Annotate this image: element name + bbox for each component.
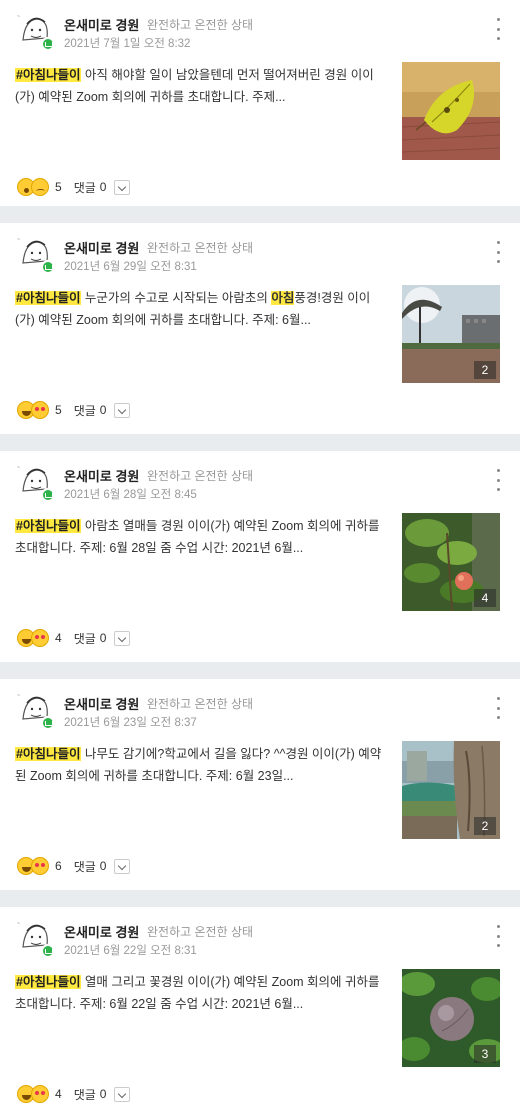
crown-badge-icon bbox=[41, 944, 55, 958]
yellow-leaf-photo[interactable] bbox=[402, 62, 500, 160]
comment-count[interactable]: 0 bbox=[100, 631, 107, 645]
heart-eyes-emoji-icon[interactable] bbox=[31, 1085, 49, 1103]
crown-badge-icon bbox=[41, 716, 55, 730]
crown-badge-icon bbox=[41, 488, 55, 502]
author-name[interactable]: 온새미로 경원 bbox=[64, 466, 139, 485]
reaction-count[interactable]: 5 bbox=[55, 403, 62, 417]
heart-eyes-emoji-icon[interactable] bbox=[31, 857, 49, 875]
author-status: 완전하고 온전한 상태 bbox=[147, 241, 254, 255]
more-options-icon[interactable] bbox=[490, 469, 506, 491]
reaction-bar: 5 댓글 0 bbox=[17, 177, 131, 197]
more-options-icon[interactable] bbox=[490, 18, 506, 40]
hashtag[interactable]: #아침나들이 bbox=[15, 519, 82, 533]
author-name[interactable]: 온새미로 경원 bbox=[64, 922, 139, 941]
reaction-count[interactable]: 4 bbox=[55, 631, 62, 645]
crown-badge-icon bbox=[41, 260, 55, 274]
comment-label[interactable]: 댓글 bbox=[74, 179, 96, 196]
post-card[interactable]: ~ 온새미로 경원 완전하고 온전한 상태 2021년 7월 1일 오전 8:3… bbox=[0, 0, 520, 206]
svg-text:~: ~ bbox=[17, 237, 20, 243]
post-date: 2021년 6월 23일 오전 8:37 bbox=[64, 717, 197, 729]
hashtag[interactable]: #아침나들이 bbox=[15, 975, 82, 989]
crown-badge-icon bbox=[41, 37, 55, 51]
post-card[interactable]: ~ 온새미로 경원 완전하고 온전한 상태 2021년 6월 28일 오전 8:… bbox=[0, 451, 520, 662]
hashtag[interactable]: #아침나들이 bbox=[15, 747, 82, 761]
sad-emoji-icon[interactable] bbox=[31, 178, 49, 196]
author-status: 완전하고 온전한 상태 bbox=[147, 18, 254, 32]
comment-count[interactable]: 0 bbox=[100, 403, 107, 417]
hashtag[interactable]: #아침나들이 bbox=[15, 68, 82, 82]
reaction-bar: 4 댓글 0 bbox=[17, 1084, 131, 1104]
photo-count-badge: 3 bbox=[474, 1045, 496, 1063]
reaction-count[interactable]: 5 bbox=[55, 180, 62, 194]
comment-label[interactable]: 댓글 bbox=[74, 1086, 96, 1103]
highlighted-keyword: 아침 bbox=[271, 291, 295, 305]
tree-trunk-photo[interactable]: 2 bbox=[402, 741, 500, 839]
comment-count[interactable]: 0 bbox=[100, 1087, 107, 1101]
post-body[interactable]: #아침나들이 아람초 열매들 경원 이이(가) 예약된 Zoom 회의에 귀하를… bbox=[15, 515, 390, 559]
more-options-icon[interactable] bbox=[490, 241, 506, 263]
author-name[interactable]: 온새미로 경원 bbox=[64, 15, 139, 34]
post-date: 2021년 6월 29일 오전 8:31 bbox=[64, 261, 197, 273]
fruit-tree-photo[interactable]: 4 bbox=[402, 513, 500, 611]
post-card[interactable]: ~ 온새미로 경원 완전하고 온전한 상태 2021년 6월 29일 오전 8:… bbox=[0, 223, 520, 434]
author-status: 완전하고 온전한 상태 bbox=[147, 925, 254, 939]
more-options-icon[interactable] bbox=[490, 697, 506, 719]
author-name[interactable]: 온새미로 경원 bbox=[64, 238, 139, 257]
comment-label[interactable]: 댓글 bbox=[74, 858, 96, 875]
chevron-down-icon[interactable] bbox=[114, 858, 131, 874]
post-card[interactable]: ~ 온새미로 경원 완전하고 온전한 상태 2021년 6월 22일 오전 8:… bbox=[0, 907, 520, 1120]
photo-count-badge: 2 bbox=[474, 817, 496, 835]
photo-count-badge: 2 bbox=[474, 361, 496, 379]
green-fruit-photo[interactable]: 3 bbox=[402, 969, 500, 1067]
reaction-bar: 4 댓글 0 bbox=[17, 628, 131, 648]
post-card[interactable]: ~ 온새미로 경원 완전하고 온전한 상태 2021년 6월 23일 오전 8:… bbox=[0, 679, 520, 890]
post-body[interactable]: #아침나들이 열매 그리고 꽃경원 이이(가) 예약된 Zoom 회의에 귀하를… bbox=[15, 971, 390, 1015]
heart-eyes-emoji-icon[interactable] bbox=[31, 629, 49, 647]
comment-label[interactable]: 댓글 bbox=[74, 402, 96, 419]
comment-count[interactable]: 0 bbox=[100, 859, 107, 873]
svg-text:~: ~ bbox=[17, 14, 20, 20]
post-body[interactable]: #아침나들이 누군가의 수고로 시작되는 아람초의 아침풍경!경원 이이(가) … bbox=[15, 287, 390, 331]
post-body[interactable]: #아침나들이 아직 해야할 일이 남았을텐데 먼저 떨어져버린 경원 이이(가)… bbox=[15, 64, 390, 108]
heart-eyes-emoji-icon[interactable] bbox=[31, 401, 49, 419]
reaction-count[interactable]: 4 bbox=[55, 1087, 62, 1101]
comment-count[interactable]: 0 bbox=[100, 180, 107, 194]
chevron-down-icon[interactable] bbox=[114, 630, 131, 646]
chevron-down-icon[interactable] bbox=[114, 179, 131, 195]
post-date: 2021년 6월 22일 오전 8:31 bbox=[64, 945, 197, 957]
post-date: 2021년 6월 28일 오전 8:45 bbox=[64, 489, 197, 501]
schoolyard-sky-photo[interactable]: 2 bbox=[402, 285, 500, 383]
post-text: 누군가의 수고로 시작되는 아람초의 bbox=[81, 291, 272, 305]
photo-count-badge: 4 bbox=[474, 589, 496, 607]
reaction-bar: 5 댓글 0 bbox=[17, 400, 131, 420]
svg-text:~: ~ bbox=[17, 921, 20, 927]
more-options-icon[interactable] bbox=[490, 925, 506, 947]
author-name[interactable]: 온새미로 경원 bbox=[64, 694, 139, 713]
svg-text:~: ~ bbox=[17, 693, 20, 699]
author-status: 완전하고 온전한 상태 bbox=[147, 469, 254, 483]
comment-label[interactable]: 댓글 bbox=[74, 630, 96, 647]
reaction-bar: 6 댓글 0 bbox=[17, 856, 131, 876]
author-status: 완전하고 온전한 상태 bbox=[147, 697, 254, 711]
post-date: 2021년 7월 1일 오전 8:32 bbox=[64, 38, 191, 50]
chevron-down-icon[interactable] bbox=[114, 402, 131, 418]
svg-text:~: ~ bbox=[17, 465, 20, 471]
post-feed: ~ 온새미로 경원 완전하고 온전한 상태 2021년 7월 1일 오전 8:3… bbox=[0, 0, 520, 1120]
chevron-down-icon[interactable] bbox=[114, 1086, 131, 1102]
hashtag[interactable]: #아침나들이 bbox=[15, 291, 82, 305]
reaction-count[interactable]: 6 bbox=[55, 859, 62, 873]
post-body[interactable]: #아침나들이 나무도 감기에?학교에서 길을 잃다? ^^경원 이이(가) 예약… bbox=[15, 743, 390, 787]
